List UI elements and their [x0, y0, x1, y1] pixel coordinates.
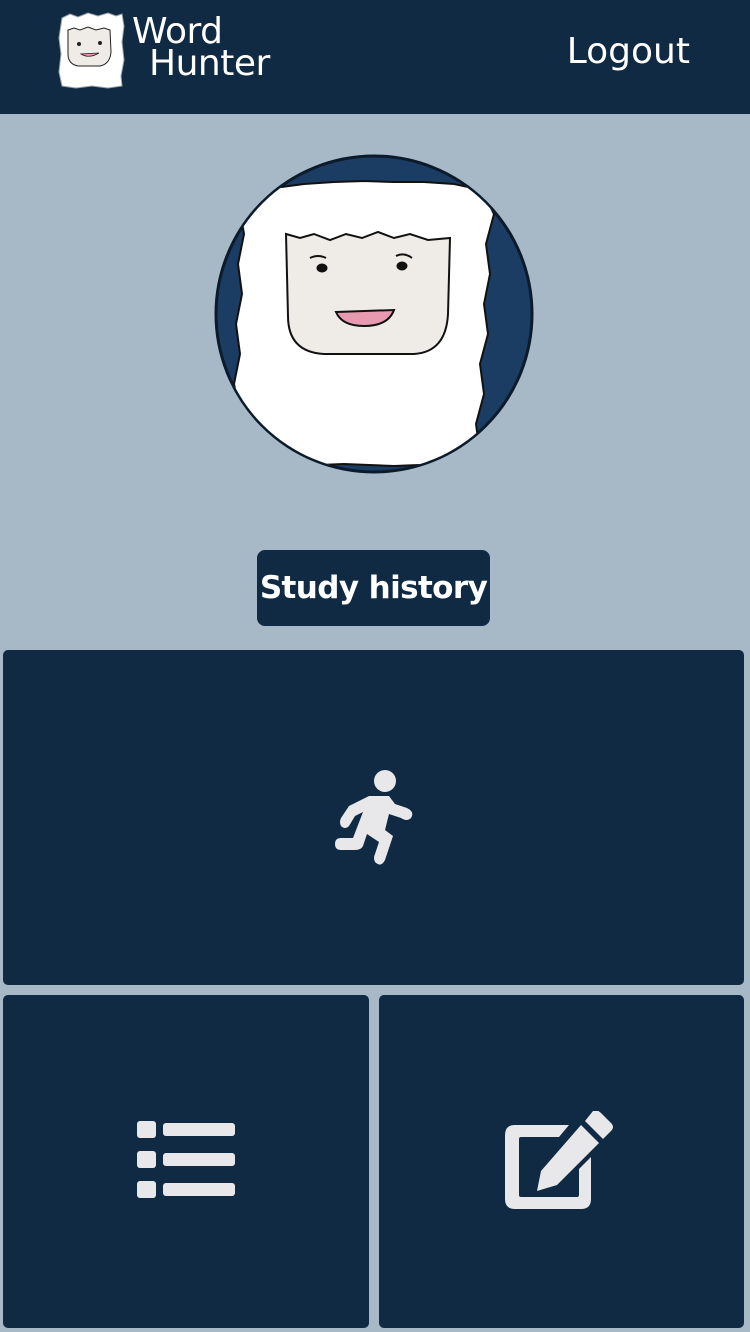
- profile-avatar: [214, 154, 534, 474]
- start-game-tile[interactable]: [3, 650, 744, 985]
- logo-line-2: Hunter: [149, 43, 270, 84]
- app-logo[interactable]: Word Hunter: [56, 12, 276, 92]
- top-navbar: Word Hunter Logout: [0, 0, 750, 114]
- logout-button[interactable]: Logout: [567, 30, 690, 74]
- logo-wordmark: Word Hunter: [132, 14, 270, 84]
- edit-icon: [505, 1111, 613, 1209]
- alpaca-logo-icon: [58, 12, 125, 89]
- running-person-icon: [335, 770, 413, 865]
- edit-words-tile[interactable]: [379, 995, 744, 1328]
- list-icon: [137, 1121, 235, 1198]
- word-list-tile[interactable]: [3, 995, 369, 1328]
- study-history-button[interactable]: Study history: [257, 550, 490, 626]
